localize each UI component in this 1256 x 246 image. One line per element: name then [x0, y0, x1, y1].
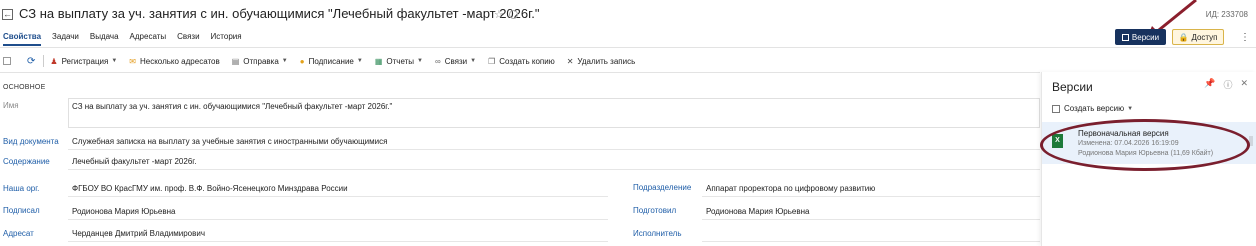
- access-button[interactable]: 🔒 Доступ: [1172, 29, 1224, 45]
- signature-icon: ●: [299, 56, 305, 66]
- separator: [43, 55, 45, 67]
- section-heading: ОСНОВНОЕ: [3, 84, 46, 91]
- signed-by-value[interactable]: Родионова Мария Юрьевна: [72, 207, 175, 216]
- report-icon: ▦: [374, 56, 383, 66]
- tab-links[interactable]: Связи: [177, 32, 199, 46]
- page-title: СЗ на выплату за уч. занятия с ин. обуча…: [19, 6, 540, 21]
- create-copy-button[interactable]: ❐ Создать копию: [488, 57, 555, 66]
- executor-field[interactable]: [702, 241, 1040, 242]
- org-label[interactable]: Наша орг.: [3, 184, 39, 193]
- divider: [702, 219, 1040, 220]
- multiple-addressees-label: Несколько адресатов: [139, 56, 220, 66]
- tab-bar: Свойства Задачи Выдача Адресаты Связи Ис…: [0, 32, 253, 46]
- title-bar: ← СЗ на выплату за уч. занятия с ин. обу…: [0, 0, 1256, 30]
- chevron-down-icon: ▼: [470, 58, 477, 64]
- tab-addressees[interactable]: Адресаты: [130, 32, 167, 46]
- create-version-button[interactable]: Создать версию ▼: [1052, 104, 1133, 113]
- delete-record-button[interactable]: ✕ Удалить запись: [567, 57, 636, 66]
- close-icon: ✕: [566, 56, 574, 66]
- chevron-down-icon: ▼: [417, 58, 423, 64]
- chevron-down-icon: ▼: [111, 58, 118, 64]
- department-value[interactable]: Аппарат проректора по цифровому развитию: [706, 184, 875, 193]
- send-label: Отправка: [243, 56, 279, 66]
- delete-record-label: Удалить запись: [577, 56, 636, 66]
- versions-icon: [1121, 33, 1129, 41]
- create-copy-label: Создать копию: [499, 56, 555, 66]
- prepared-by-label[interactable]: Подготовил: [633, 206, 676, 215]
- more-menu-icon[interactable]: ⋮: [1240, 32, 1250, 43]
- save-icon[interactable]: [3, 57, 15, 65]
- back-arrow-icon[interactable]: ←: [2, 9, 13, 20]
- divider: [0, 47, 1256, 48]
- copy-icon: ❐: [488, 56, 496, 66]
- content-value[interactable]: Лечебный факультет -март 2026г.: [72, 157, 196, 166]
- addressee-label[interactable]: Адресат: [3, 229, 34, 238]
- name-value: СЗ на выплату за уч. занятия с ин. обуча…: [72, 102, 393, 111]
- tab-properties[interactable]: Свойства: [3, 32, 42, 46]
- links-button[interactable]: ∞ Связи ▼: [435, 57, 476, 66]
- annotation-highlight-oval: [1040, 119, 1250, 171]
- chevron-down-icon: ▼: [281, 58, 288, 64]
- person-icon: ♟: [50, 56, 58, 66]
- divider: [68, 219, 608, 220]
- panel-actions: 📌 ⓘ ✕: [1204, 78, 1248, 91]
- panel-title: Версии: [1052, 80, 1093, 94]
- versions-button[interactable]: Версии: [1115, 29, 1166, 45]
- reports-label: Отчеты: [386, 56, 415, 66]
- signing-button[interactable]: ● Подписание ▼: [300, 57, 363, 66]
- pin-icon[interactable]: 📌: [1204, 78, 1215, 91]
- signing-label: Подписание: [308, 56, 354, 66]
- org-value[interactable]: ФГБОУ ВО КрасГМУ им. проф. В.Ф. Войно-Яс…: [72, 184, 348, 193]
- multiple-addressees-button[interactable]: ✉ Несколько адресатов: [129, 57, 219, 66]
- send-icon: ▤: [231, 56, 240, 66]
- create-version-label: Создать версию: [1064, 104, 1125, 113]
- tab-issuance[interactable]: Выдача: [90, 32, 119, 46]
- department-label[interactable]: Подразделение: [633, 183, 691, 192]
- link-icon: ∞: [435, 56, 441, 66]
- registration-label: Регистрация: [61, 56, 109, 66]
- divider: [68, 169, 1040, 170]
- help-icon[interactable]: ⓘ: [1223, 78, 1232, 91]
- new-version-icon: [1052, 104, 1060, 113]
- content-label[interactable]: Содержание: [3, 157, 50, 166]
- doc-type-label[interactable]: Вид документа: [3, 137, 59, 146]
- name-label: Имя: [3, 101, 19, 110]
- envelope-icon: ✉: [129, 56, 136, 66]
- executor-label[interactable]: Исполнитель: [633, 229, 682, 238]
- reports-button[interactable]: ▦ Отчеты ▼: [375, 57, 423, 66]
- lock-icon: 🔒: [1178, 32, 1189, 42]
- tab-history[interactable]: История: [211, 32, 242, 46]
- star-icon[interactable]: ☆: [494, 8, 504, 21]
- divider: [68, 241, 608, 242]
- chevron-down-icon: ▼: [1127, 105, 1134, 112]
- toolbar: ⟳ ♟ Регистрация ▼ ✉ Несколько адресатов ▤…: [0, 53, 647, 69]
- divider: [0, 72, 1040, 73]
- divider: [68, 196, 608, 197]
- divider: [68, 149, 1040, 150]
- send-button[interactable]: ▤ Отправка ▼: [232, 57, 288, 66]
- prepared-by-value[interactable]: Родионова Мария Юрьевна: [706, 207, 809, 216]
- links-label: Связи: [444, 56, 468, 66]
- addressee-value[interactable]: Черданцев Дмитрий Владимирович: [72, 229, 205, 238]
- document-id: ИД: 233708: [1205, 10, 1248, 19]
- versions-button-label: Версии: [1131, 32, 1160, 42]
- signed-by-label[interactable]: Подписал: [3, 206, 40, 215]
- tab-tasks[interactable]: Задачи: [52, 32, 79, 46]
- status-circle-icon[interactable]: [509, 10, 518, 19]
- access-button-label: Доступ: [1191, 32, 1218, 42]
- chevron-down-icon: ▼: [356, 58, 363, 64]
- divider: [702, 196, 1040, 197]
- close-icon[interactable]: ✕: [1240, 78, 1248, 91]
- doc-type-value[interactable]: Служебная записка на выплату за учебные …: [72, 137, 387, 146]
- registration-button[interactable]: ♟ Регистрация ▼: [50, 57, 117, 66]
- refresh-icon[interactable]: ⟳: [27, 56, 35, 67]
